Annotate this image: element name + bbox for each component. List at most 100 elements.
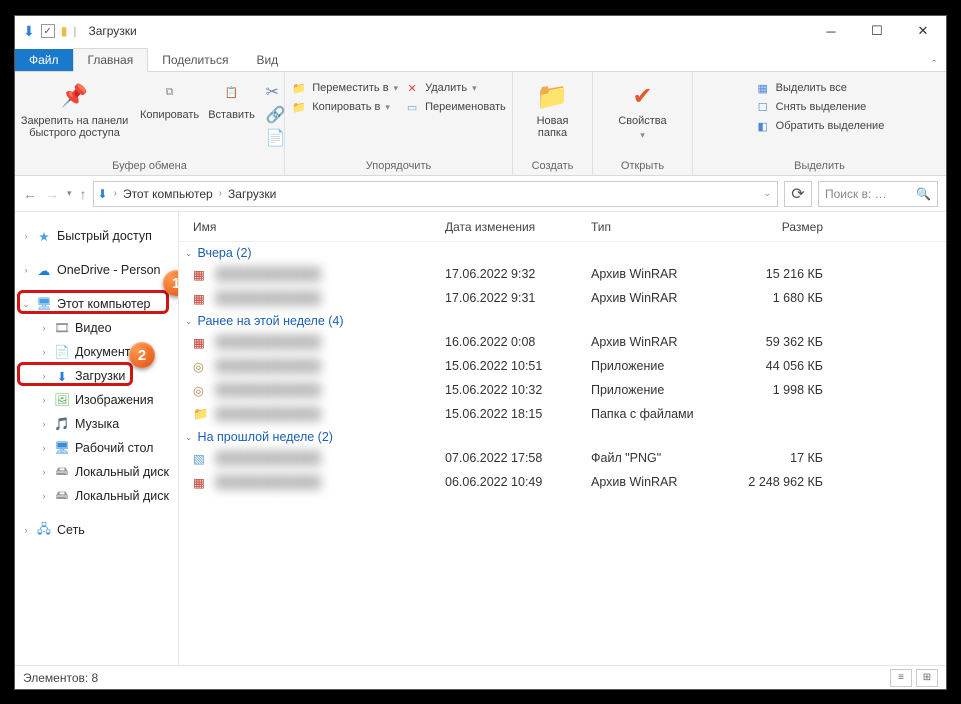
- group-header[interactable]: ⌄На прошлой неделе (2): [179, 426, 946, 446]
- recent-dropdown[interactable]: ▾: [67, 188, 72, 199]
- tab-home[interactable]: Главная: [73, 48, 149, 72]
- view-icons[interactable]: ⊞: [916, 669, 938, 687]
- file-name: ████████████: [215, 291, 445, 305]
- file-icon: ▦: [193, 335, 215, 350]
- minimize-button[interactable]: ─: [808, 16, 854, 46]
- col-type[interactable]: Тип: [591, 220, 721, 234]
- file-type: Архив WinRAR: [591, 267, 721, 281]
- sidebar-item-music[interactable]: ›🎵Музыка: [15, 412, 178, 436]
- group-header[interactable]: ⌄Ранее на этой неделе (4): [179, 310, 946, 330]
- copy-path-icon[interactable]: 🔗: [266, 105, 286, 125]
- col-name[interactable]: Имя: [193, 220, 445, 234]
- file-name: ████████████: [215, 359, 445, 373]
- tab-share[interactable]: Поделиться: [148, 49, 242, 71]
- cloud-icon: ☁: [35, 262, 53, 278]
- tab-file[interactable]: Файл: [15, 49, 73, 71]
- file-row[interactable]: 📁████████████15.06.2022 18:15Папка с фай…: [179, 402, 946, 426]
- file-row[interactable]: ▦████████████06.06.2022 10:49Архив WinRA…: [179, 470, 946, 494]
- file-icon: ▦: [193, 267, 215, 282]
- copy-button[interactable]: ⧉ Копировать: [142, 78, 198, 121]
- pin-button[interactable]: 📌 Закрепить на панели быстрого доступа: [14, 78, 136, 139]
- group-header[interactable]: ⌄Вчера (2): [179, 242, 946, 262]
- file-row[interactable]: ◎████████████15.06.2022 10:32Приложение1…: [179, 378, 946, 402]
- file-date: 15.06.2022 10:51: [445, 359, 591, 373]
- file-name: ████████████: [215, 451, 445, 465]
- ribbon: 📌 Закрепить на панели быстрого доступа ⧉…: [15, 72, 946, 176]
- sidebar-item-images[interactable]: ›🖼Изображения: [15, 388, 178, 412]
- select-all-button[interactable]: ▦Выделить все: [755, 80, 885, 96]
- properties-button[interactable]: ✔ Свойства ▾: [607, 78, 679, 141]
- new-folder-icon: 📁: [537, 80, 569, 112]
- paste-icon: 📋: [218, 78, 246, 106]
- select-none-button[interactable]: ☐Снять выделение: [755, 99, 885, 115]
- ribbon-collapse[interactable]: ˆ: [932, 59, 936, 71]
- doc-icon: 📄: [53, 344, 71, 360]
- new-group-label: Создать: [513, 158, 592, 175]
- rename-button[interactable]: ▭Переименовать: [404, 99, 506, 115]
- view-details[interactable]: ≡: [890, 669, 912, 687]
- select-none-icon: ☐: [755, 99, 771, 115]
- file-type: Папка с файлами: [591, 407, 721, 421]
- callout-2: 2: [129, 342, 155, 368]
- file-date: 17.06.2022 9:31: [445, 291, 591, 305]
- file-row[interactable]: ◎████████████15.06.2022 10:51Приложение4…: [179, 354, 946, 378]
- select-all-icon: ▦: [755, 80, 771, 96]
- open-group-label: Открыть: [593, 158, 692, 175]
- sidebar-item-desktop[interactable]: ›🖥Рабочий стол: [15, 436, 178, 460]
- copyto-icon: 📁: [291, 99, 307, 115]
- file-name: ████████████: [215, 335, 445, 349]
- tab-view[interactable]: Вид: [242, 49, 292, 71]
- copy-icon: ⧉: [156, 78, 184, 106]
- sidebar-item-onedrive[interactable]: ›☁OneDrive - Person: [15, 258, 178, 282]
- move-to-button[interactable]: 📁Переместить в▾: [291, 80, 398, 96]
- file-size: 15 216 КБ: [721, 267, 841, 281]
- file-size: 59 362 КБ: [721, 335, 841, 349]
- file-row[interactable]: ▦████████████17.06.2022 9:31Архив WinRAR…: [179, 286, 946, 310]
- paste-shortcut-icon[interactable]: 📄: [266, 128, 286, 148]
- forward-button[interactable]: →: [45, 186, 59, 202]
- highlight-this-pc: [17, 290, 169, 314]
- select-group-label: Выделить: [693, 158, 946, 175]
- file-row[interactable]: ▦████████████16.06.2022 0:08Архив WinRAR…: [179, 330, 946, 354]
- sidebar-item-network[interactable]: ›🖧Сеть: [15, 518, 178, 542]
- check-icon: ✔: [627, 80, 659, 112]
- clipboard-group-label: Буфер обмена: [15, 158, 284, 175]
- content-area: ›★Быстрый доступ ›☁OneDrive - Person ⌄🖥Э…: [15, 212, 946, 665]
- search-box[interactable]: Поиск в: … 🔍: [818, 181, 938, 207]
- status-bar: Элементов: 8 ≡ ⊞: [15, 665, 946, 689]
- sidebar-item-quick-access[interactable]: ›★Быстрый доступ: [15, 224, 178, 248]
- organize-group-label: Упорядочить: [285, 158, 512, 175]
- items-count: Элементов: 8: [23, 671, 98, 685]
- file-row[interactable]: ▦████████████17.06.2022 9:32Архив WinRAR…: [179, 262, 946, 286]
- invert-selection-button[interactable]: ◧Обратить выделение: [755, 118, 885, 134]
- cut-icon[interactable]: ✂: [266, 82, 286, 102]
- file-size: 17 КБ: [721, 451, 841, 465]
- sidebar-item-disk1[interactable]: ›🖴Локальный диск: [15, 460, 178, 484]
- refresh-button[interactable]: ⟳: [784, 181, 812, 207]
- qat-checkbox[interactable]: ✓: [41, 24, 55, 38]
- maximize-button[interactable]: ☐: [854, 16, 900, 46]
- file-icon: ◎: [193, 359, 215, 374]
- delete-icon: ✕: [404, 80, 420, 96]
- close-button[interactable]: ✕: [900, 16, 946, 46]
- move-icon: 📁: [291, 80, 307, 96]
- up-button[interactable]: ↑: [80, 186, 87, 202]
- back-button[interactable]: ←: [23, 186, 37, 202]
- file-name: ████████████: [215, 267, 445, 281]
- video-icon: 🎞: [53, 320, 71, 336]
- navigation-pane: ›★Быстрый доступ ›☁OneDrive - Person ⌄🖥Э…: [15, 212, 179, 665]
- new-folder-button[interactable]: 📁 Новая папка: [523, 78, 583, 139]
- delete-button[interactable]: ✕Удалить▾: [404, 80, 506, 96]
- sidebar-item-disk2[interactable]: ›🖴Локальный диск: [15, 484, 178, 508]
- address-bar[interactable]: ⬇ › Этот компьютер › Загрузки ⌄: [93, 181, 778, 207]
- images-icon: 🖼: [53, 392, 71, 408]
- col-date[interactable]: Дата изменения: [445, 220, 591, 234]
- file-size: 1 998 КБ: [721, 383, 841, 397]
- sidebar-item-video[interactable]: ›🎞Видео: [15, 316, 178, 340]
- copy-to-button[interactable]: 📁Копировать в▾: [291, 99, 398, 115]
- file-icon: ▦: [193, 475, 215, 490]
- paste-button[interactable]: 📋 Вставить: [204, 78, 260, 121]
- file-date: 15.06.2022 18:15: [445, 407, 591, 421]
- col-size[interactable]: Размер: [721, 220, 841, 234]
- file-row[interactable]: ▧████████████07.06.2022 17:58Файл "PNG"1…: [179, 446, 946, 470]
